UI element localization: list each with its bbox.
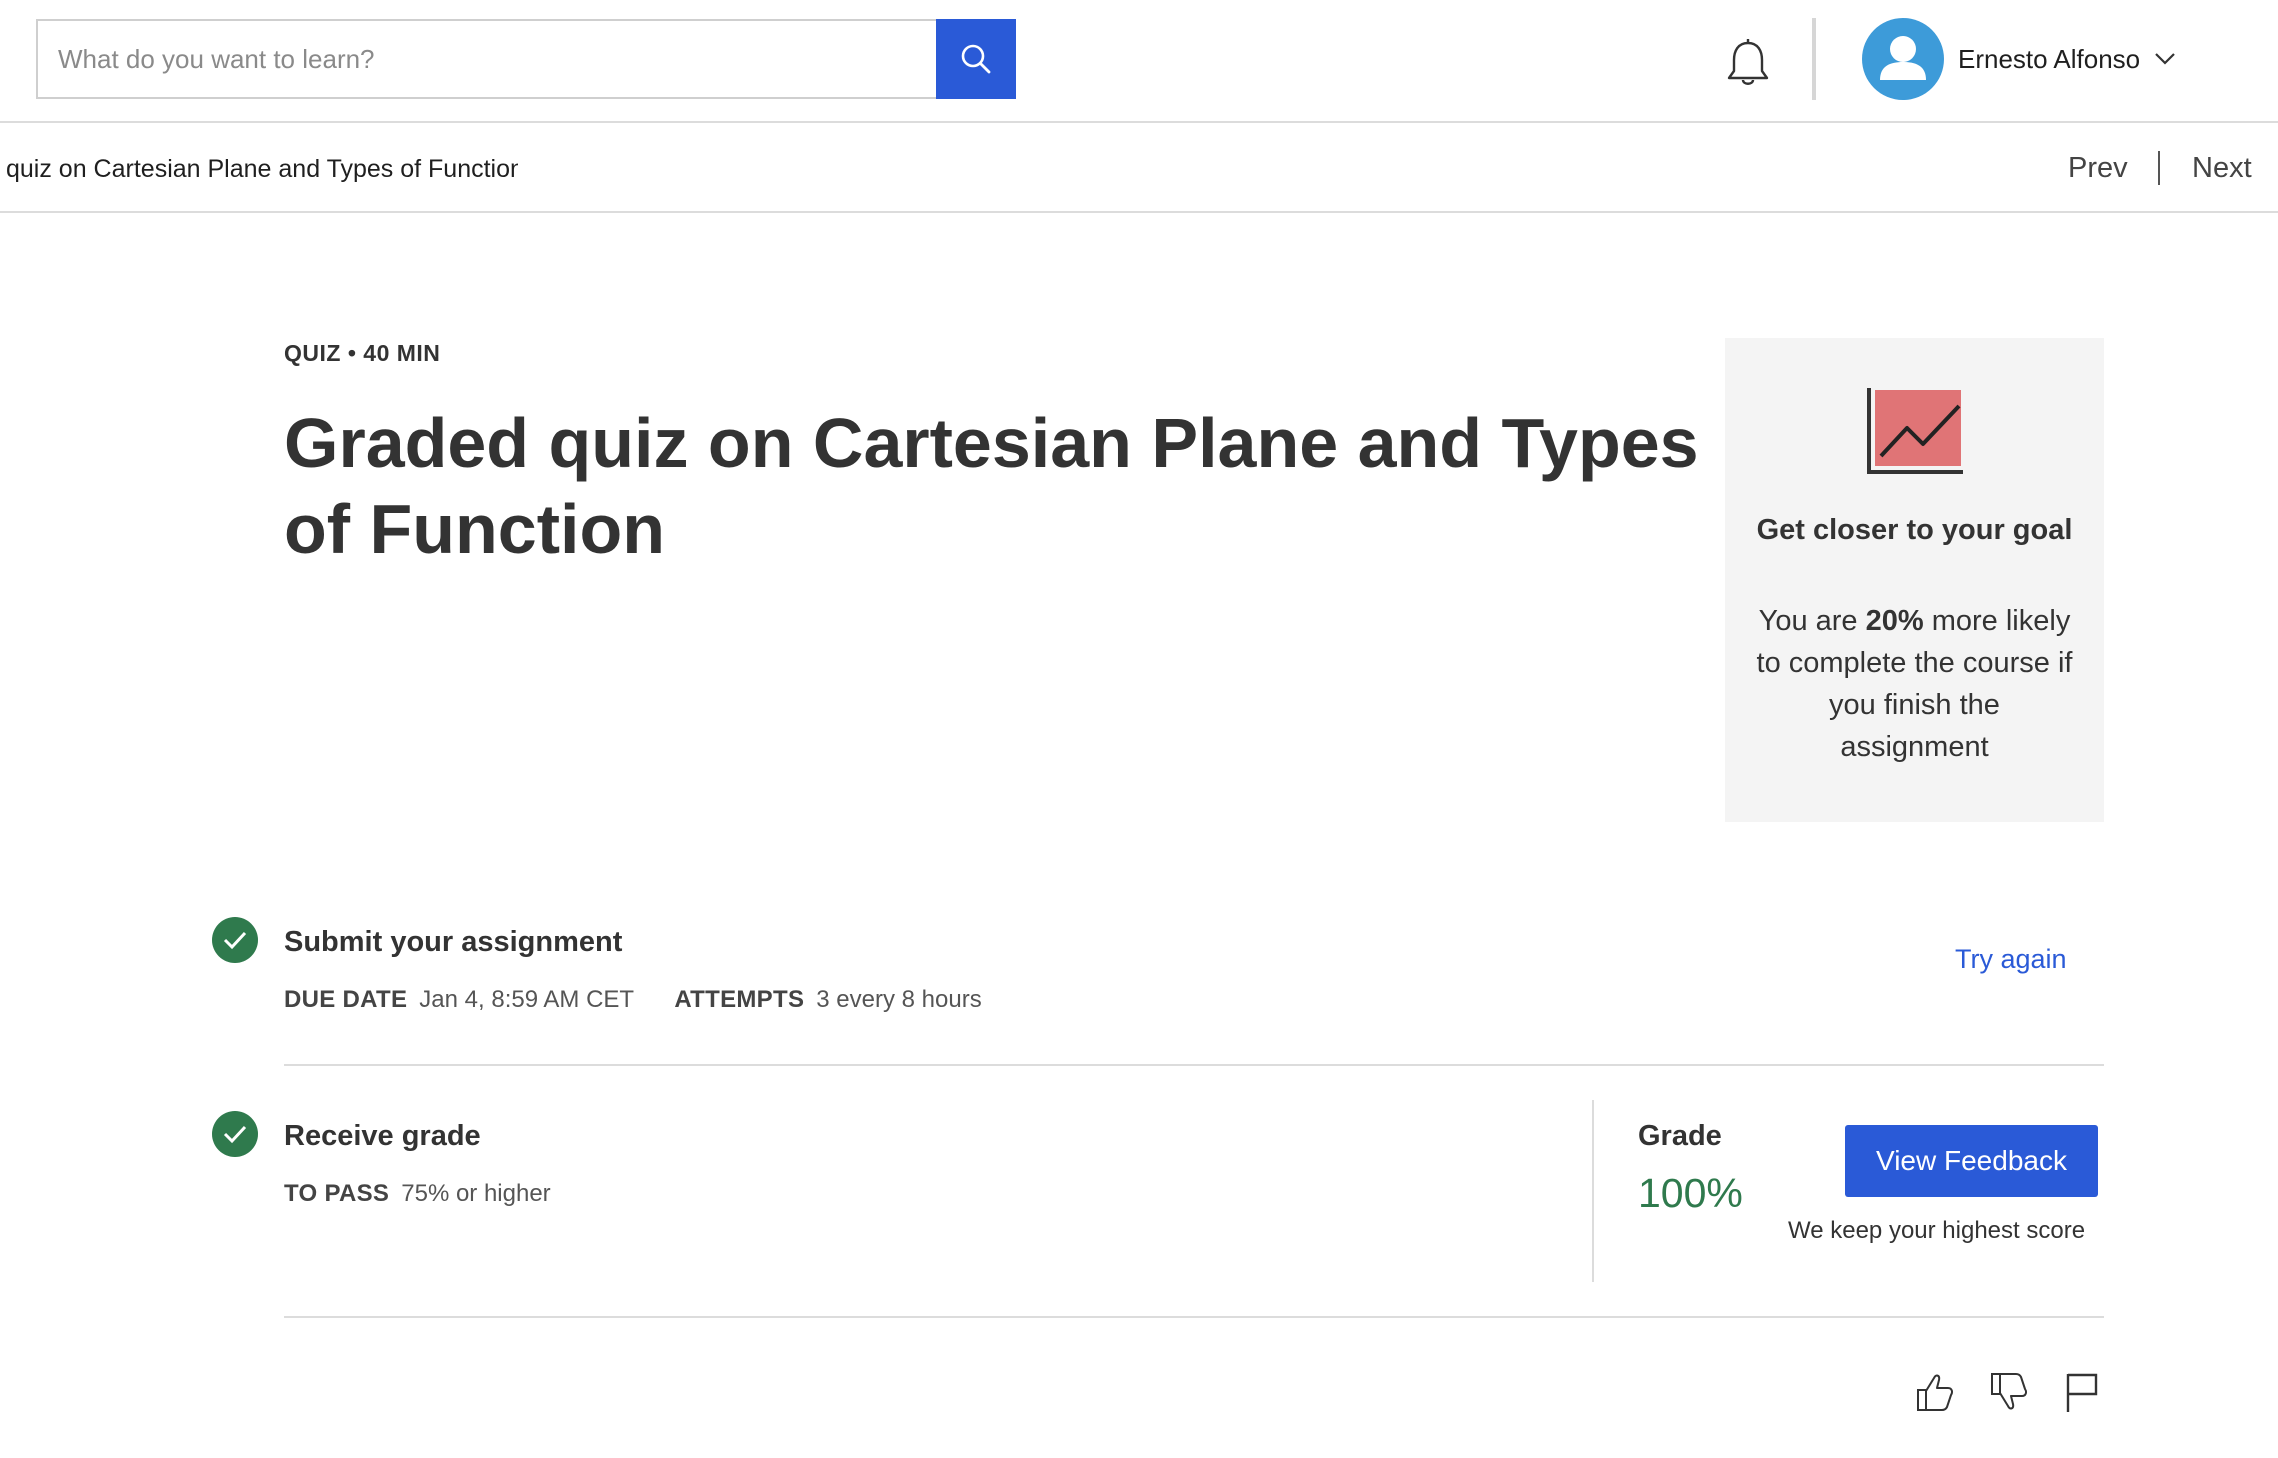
- prev-link[interactable]: Prev: [2068, 147, 2128, 189]
- quiz-meta: QUIZ • 40 MIN: [284, 340, 441, 366]
- user-menu[interactable]: Ernesto Alfonso: [1862, 18, 2176, 100]
- top-header: Ernesto Alfonso: [0, 0, 2278, 123]
- divider: [284, 1316, 2104, 1318]
- thumbs-up-icon[interactable]: [1912, 1370, 1956, 1414]
- page-title: Graded quiz on Cartesian Plane and Types…: [284, 404, 1699, 568]
- grade-meta: TO PASS 75% or higher: [284, 1180, 551, 1208]
- trend-chart-icon: [1867, 388, 1963, 474]
- search-bar: [36, 19, 1016, 99]
- grade-value: 100%: [1638, 1170, 1743, 1216]
- check-icon: [223, 1125, 247, 1144]
- goal-text-before: You are: [1758, 605, 1866, 637]
- search-input[interactable]: [36, 19, 936, 99]
- breadcrumb: quiz on Cartesian Plane and Types of Fun…: [6, 155, 518, 183]
- submit-meta: DUE DATE Jan 4, 8:59 AM CET ATTEMPTS 3 eve…: [284, 986, 982, 1014]
- nav-divider: [2158, 151, 2160, 185]
- check-icon: [223, 931, 247, 950]
- chevron-down-icon: [2154, 52, 2176, 66]
- user-name: Ernesto Alfonso: [1958, 43, 2141, 74]
- user-avatar-icon: [1880, 36, 1926, 80]
- submit-assignment-title: Submit your assignment: [284, 926, 623, 958]
- view-feedback-button[interactable]: View Feedback: [1845, 1125, 2098, 1197]
- highest-score-note: We keep your highest score: [1788, 1217, 2086, 1244]
- thumbs-down-icon[interactable]: [1986, 1370, 2030, 1414]
- goal-card: Get closer to your goal You are 20% more…: [1725, 338, 2104, 822]
- flag-icon[interactable]: [2060, 1370, 2104, 1414]
- grade-check-icon: [212, 1111, 258, 1157]
- try-again-link[interactable]: Try again: [1955, 944, 2067, 975]
- header-divider: [1812, 18, 1816, 100]
- to-pass-value: 75% or higher: [401, 1180, 551, 1207]
- grade-divider: [1592, 1100, 1594, 1282]
- goal-percent: 20%: [1865, 605, 1924, 637]
- avatar: [1862, 18, 1944, 100]
- due-date-label: DUE DATE: [284, 986, 408, 1013]
- goal-title: Get closer to your goal: [1756, 514, 2073, 546]
- grade-label: Grade: [1638, 1120, 1722, 1152]
- goal-text: You are 20% more likely to complete the …: [1755, 600, 2074, 768]
- notifications-button[interactable]: [1720, 36, 1776, 92]
- search-icon: [961, 44, 991, 74]
- bell-icon: [1727, 39, 1769, 85]
- to-pass-label: TO PASS: [284, 1180, 390, 1207]
- attempts-value: 3 every 8 hours: [816, 986, 982, 1013]
- submit-check-icon: [212, 917, 258, 963]
- feedback-actions: [1912, 1370, 2104, 1414]
- attempts-label: ATTEMPTS: [674, 986, 805, 1013]
- due-date-value: Jan 4, 8:59 AM CET: [419, 986, 634, 1013]
- divider: [284, 1064, 2104, 1066]
- search-button[interactable]: [936, 19, 1016, 99]
- item-navigation-bar: quiz on Cartesian Plane and Types of Fun…: [0, 123, 2278, 213]
- next-link[interactable]: Next: [2192, 147, 2252, 189]
- receive-grade-title: Receive grade: [284, 1120, 481, 1152]
